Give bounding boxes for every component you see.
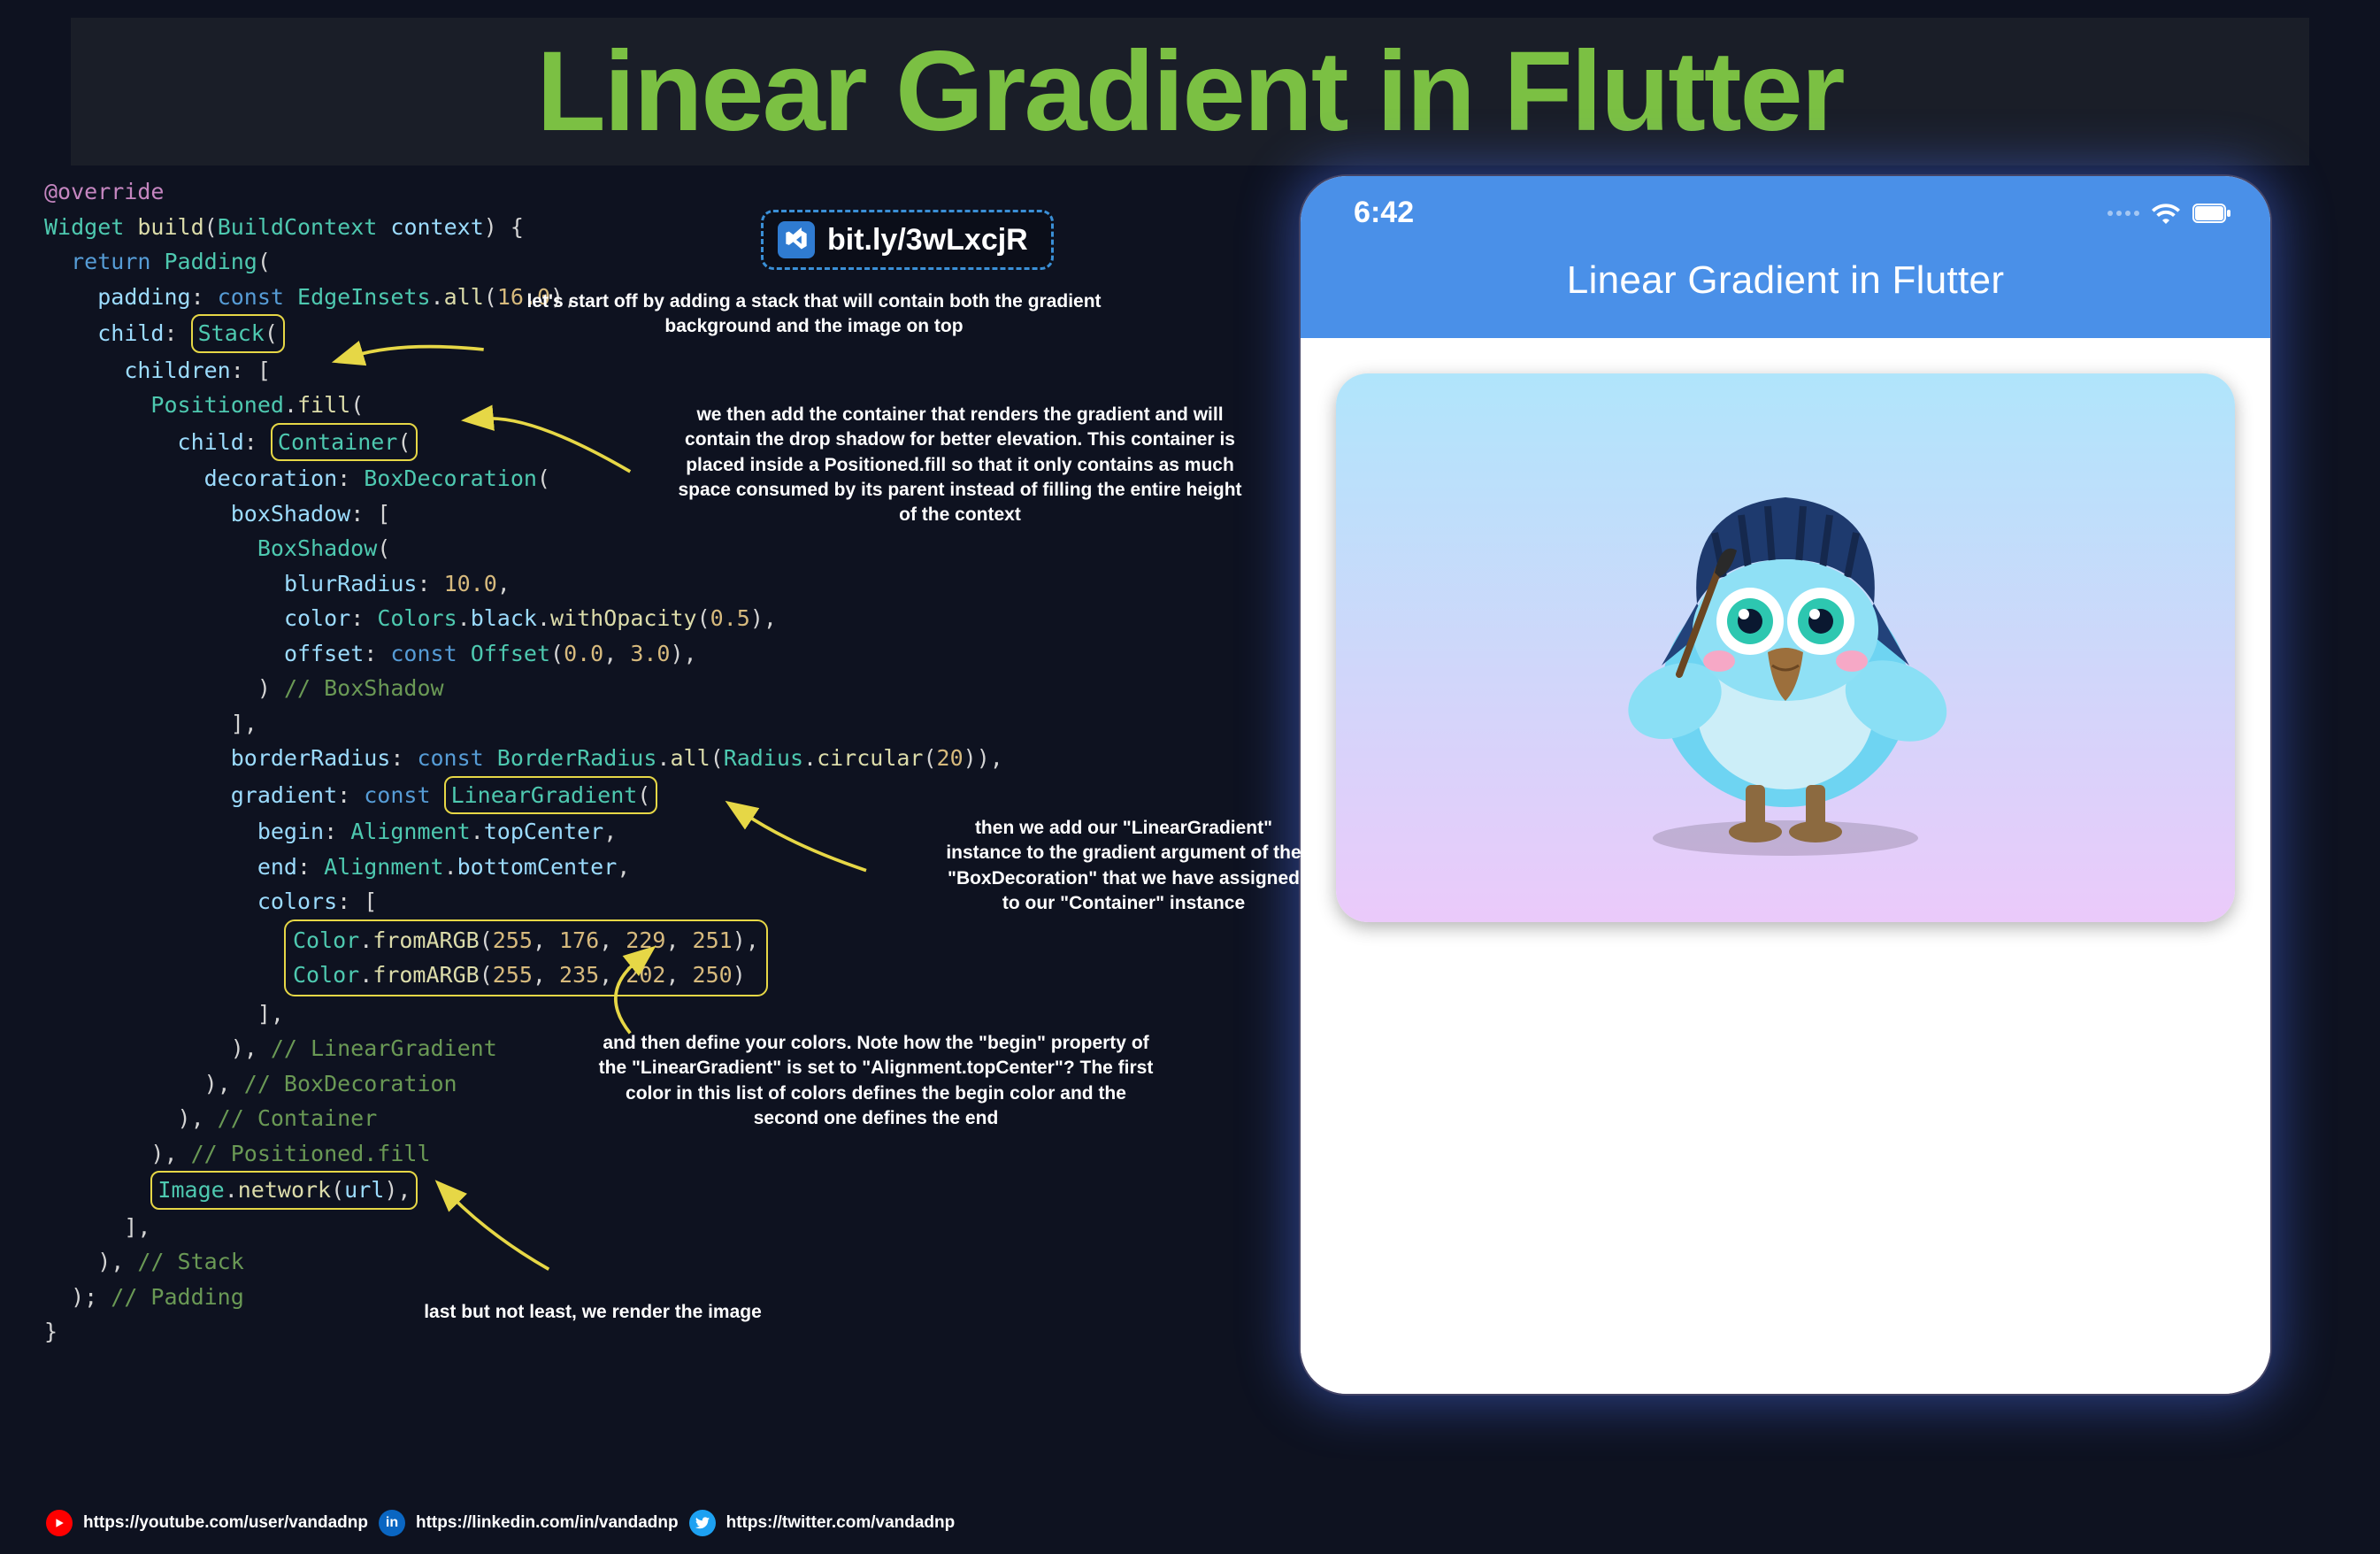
code-panel: bit.ly/3wLxcjR @override Widget build(Bu…: [44, 174, 1200, 1396]
signal-dots-icon: [2107, 211, 2139, 216]
linkedin-icon[interactable]: in: [379, 1510, 405, 1536]
bitly-link: bit.ly/3wLxcjR: [827, 223, 1028, 258]
youtube-icon[interactable]: [46, 1510, 73, 1536]
status-bar: 6:42: [1301, 176, 2270, 235]
appbar-title: Linear Gradient in Flutter: [1301, 235, 2270, 338]
page-title: Linear Gradient in Flutter: [71, 27, 2309, 157]
bitly-badge[interactable]: bit.ly/3wLxcjR: [761, 210, 1054, 270]
note-colors: and then define your colors. Note how th…: [593, 1031, 1159, 1131]
gradient-card: [1336, 373, 2235, 922]
note-container: we then add the container that renders t…: [677, 403, 1243, 528]
colors-highlight: Color.fromARGB(255, 176, 229, 251), Colo…: [284, 919, 768, 996]
phone-preview: 6:42 Linear Gradient in Flutter: [1299, 174, 2272, 1396]
dash-mascot-icon: [1591, 435, 1980, 860]
stack-highlight: Stack(: [191, 314, 285, 353]
linkedin-link[interactable]: https://linkedin.com/in/vandadnp: [416, 1513, 679, 1533]
status-time: 6:42: [1354, 196, 1414, 230]
container-highlight: Container(: [271, 423, 418, 462]
lineargradient-highlight: LinearGradient(: [444, 776, 658, 815]
youtube-link[interactable]: https://youtube.com/user/vandadnp: [83, 1513, 368, 1533]
note-stack: let's start off by adding a stack that w…: [513, 289, 1115, 340]
footer-socials: https://youtube.com/user/vandadnp in htt…: [46, 1510, 955, 1536]
battery-icon: [2192, 204, 2231, 223]
image-highlight: Image.network(url),: [150, 1171, 418, 1210]
twitter-icon[interactable]: [689, 1510, 716, 1536]
title-bar: Linear Gradient in Flutter: [71, 18, 2309, 165]
code-block: @override Widget build(BuildContext cont…: [44, 174, 1200, 1350]
twitter-link[interactable]: https://twitter.com/vandadnp: [726, 1513, 956, 1533]
note-image: last but not least, we render the image: [336, 1300, 849, 1325]
vscode-icon: [778, 221, 815, 258]
note-lineargrad: then we add our "LinearGradient" instanc…: [938, 816, 1309, 916]
wifi-icon: [2152, 203, 2180, 224]
